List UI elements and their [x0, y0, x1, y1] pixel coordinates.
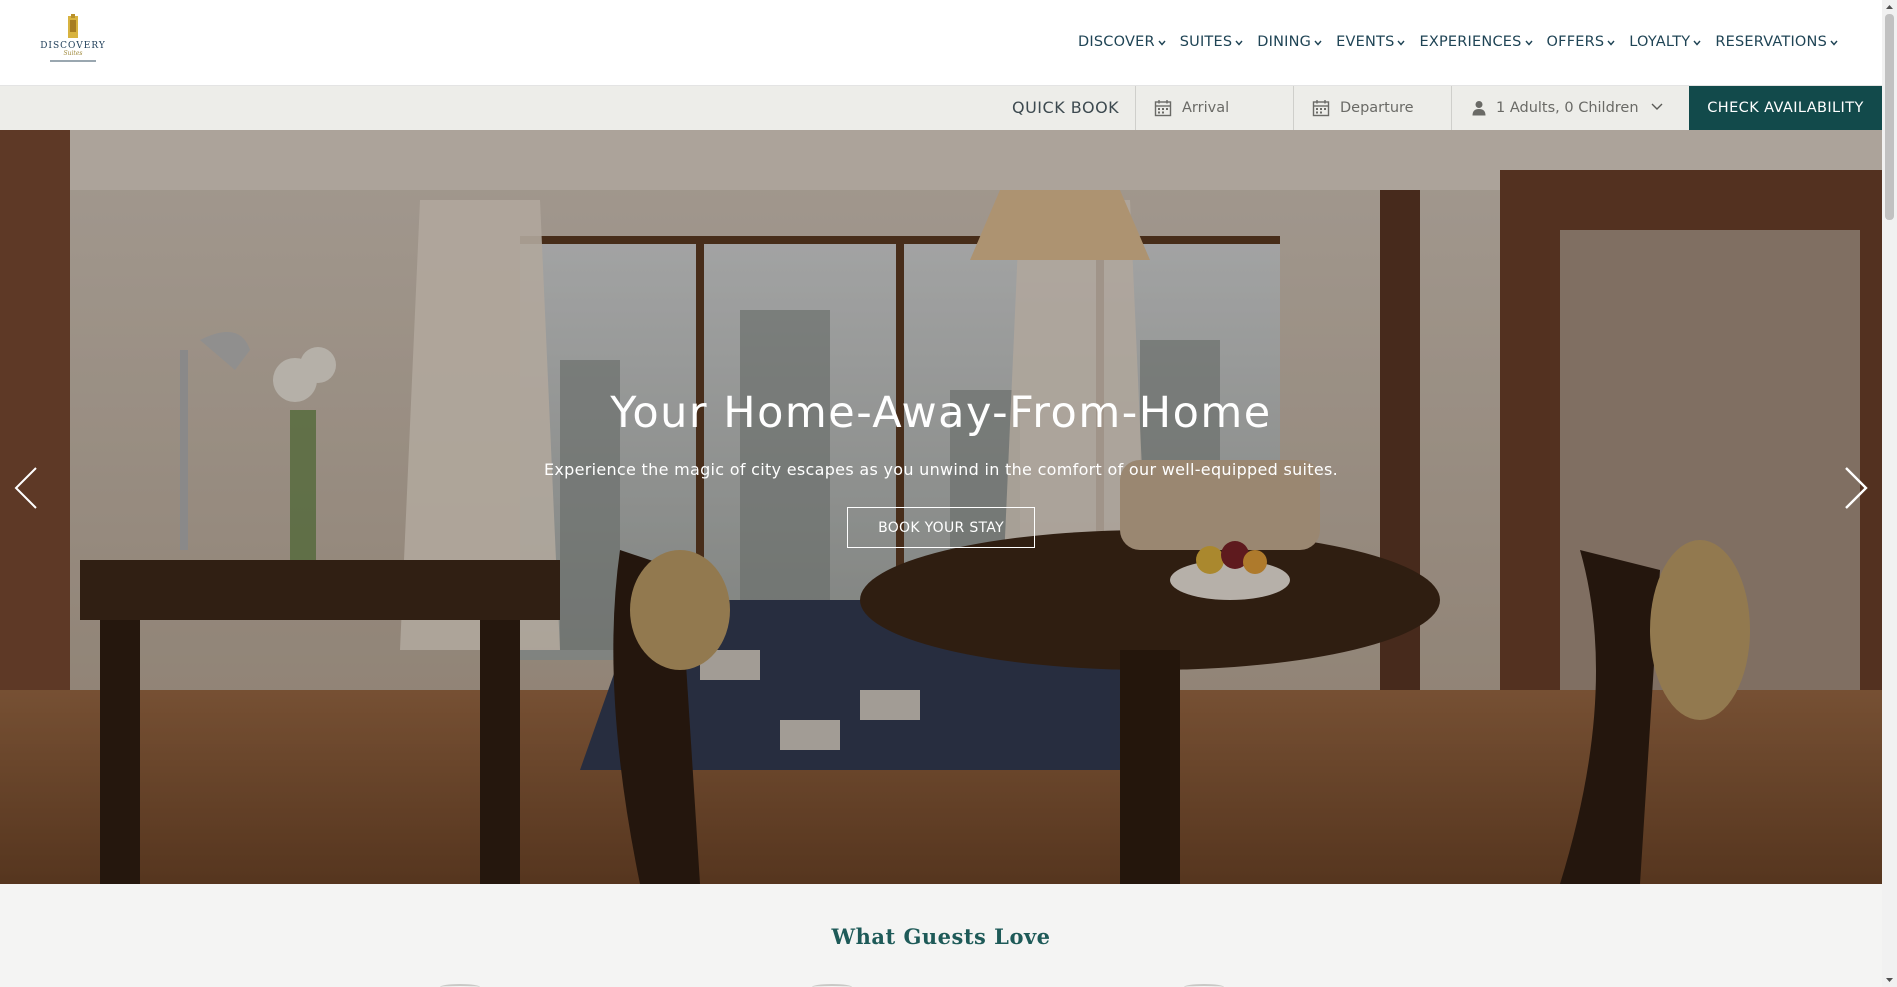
scrollbar-thumb[interactable]	[1885, 14, 1894, 220]
arrival-placeholder: Arrival	[1182, 100, 1230, 116]
main-nav: DISCOVER SUITES DINING EVENTS EXPERIENCE…	[1078, 0, 1838, 84]
nav-item-offers[interactable]: OFFERS	[1547, 34, 1616, 50]
chevron-down-icon	[1314, 40, 1322, 46]
user-icon	[1472, 101, 1486, 116]
nav-item-label: LOYALTY	[1629, 34, 1691, 50]
chevron-down-icon	[1525, 40, 1533, 46]
calendar-icon	[1312, 100, 1330, 117]
check-availability-button[interactable]: CHECK AVAILABILITY	[1689, 86, 1882, 130]
quick-book-bar: QUICK BOOK Arrival Departure 1 Adults, 0…	[0, 86, 1882, 130]
chevron-down-icon	[1235, 40, 1243, 46]
nav-item-experiences[interactable]: EXPERIENCES	[1419, 34, 1533, 50]
logo-tagline-line	[50, 60, 96, 62]
section-title: What Guests Love	[831, 924, 1051, 949]
guests-love-section: What Guests Love	[0, 884, 1882, 987]
chevron-down-icon	[1607, 40, 1615, 46]
nav-item-label: SUITES	[1179, 34, 1233, 50]
logo-script: Suites	[63, 50, 83, 57]
nav-item-dining[interactable]: DINING	[1257, 34, 1322, 50]
nav-item-label: OFFERS	[1546, 34, 1605, 50]
chevron-down-icon	[1397, 40, 1406, 46]
nav-item-reservations[interactable]: RESERVATIONS	[1715, 34, 1838, 50]
chevron-down-icon	[1830, 40, 1838, 46]
departure-placeholder: Departure	[1340, 100, 1414, 116]
nav-item-label: DINING	[1257, 34, 1312, 50]
hero-content: Your Home-Away-From-Home Experience the …	[0, 388, 1882, 548]
nav-item-loyalty[interactable]: LOYALTY	[1629, 34, 1701, 50]
chevron-down-icon	[1693, 40, 1701, 46]
arrow-right-icon[interactable]	[1838, 462, 1872, 514]
page-scrollbar[interactable]	[1882, 0, 1897, 987]
chevron-down-icon	[1158, 40, 1166, 46]
nav-item-label: RESERVATIONS	[1715, 34, 1827, 50]
nav-item-label: DISCOVER	[1078, 34, 1155, 50]
nav-item-label: EVENTS	[1336, 34, 1395, 50]
quick-book-label: QUICK BOOK	[1012, 98, 1120, 117]
brand-logo[interactable]: DISCOVERY Suites	[40, 14, 105, 72]
arrival-date-field[interactable]: Arrival	[1135, 86, 1293, 130]
nav-item-suites[interactable]: SUITES	[1180, 34, 1244, 50]
site-header: DISCOVERY Suites DISCOVER SUITES DINING …	[0, 0, 1882, 86]
guests-value: 1 Adults, 0 Children	[1496, 100, 1639, 116]
arrow-left-icon[interactable]	[10, 462, 44, 514]
page: DISCOVERY Suites DISCOVER SUITES DINING …	[0, 0, 1897, 987]
calendar-icon	[1154, 100, 1172, 117]
scroll-up-arrow-icon[interactable]	[1885, 3, 1894, 11]
hero-subtitle: Experience the magic of city escapes as …	[543, 460, 1339, 479]
book-your-stay-button[interactable]: BOOK YOUR STAY	[847, 507, 1035, 548]
chevron-down-icon	[1651, 103, 1663, 110]
nav-item-discover[interactable]: DISCOVER	[1078, 34, 1166, 50]
departure-date-field[interactable]: Departure	[1293, 86, 1451, 130]
nav-item-events[interactable]: EVENTS	[1336, 34, 1406, 50]
nav-item-label: EXPERIENCES	[1419, 34, 1522, 50]
guests-select[interactable]: 1 Adults, 0 Children	[1451, 86, 1689, 130]
logo-emblem-icon	[68, 14, 78, 38]
scroll-down-arrow-icon[interactable]	[1885, 976, 1894, 984]
hero-carousel: Your Home-Away-From-Home Experience the …	[0, 130, 1882, 884]
hero-title: Your Home-Away-From-Home	[610, 388, 1272, 438]
